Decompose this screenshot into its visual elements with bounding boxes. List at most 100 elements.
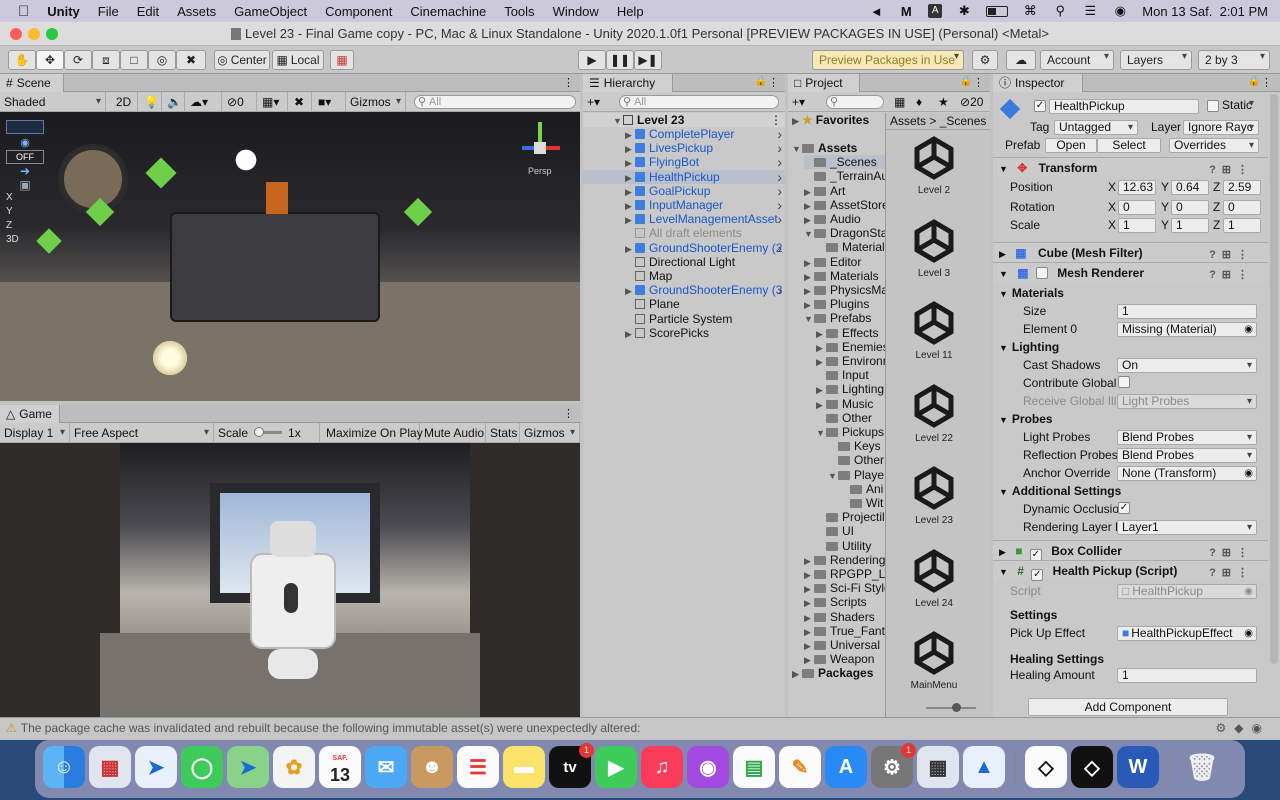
expand-arrow-icon[interactable]: ▶ (804, 185, 814, 198)
app-menu[interactable]: Unity (38, 4, 89, 19)
project-folder[interactable]: ▶ Sci-Fi Style (804, 581, 886, 595)
position-z-field[interactable]: 2.59 (1223, 180, 1261, 195)
project-folder[interactable]: ▶ Enemies (816, 340, 886, 354)
project-folder[interactable]: ▼ DragonSta (804, 226, 886, 240)
favorites-row[interactable]: ▶ ★ Favorites (792, 113, 869, 127)
expand-arrow-icon[interactable]: ▶ (804, 596, 814, 609)
hierarchy-item[interactable]: Plane (583, 297, 785, 311)
project-folder[interactable]: ▶ Materials (804, 269, 886, 283)
zoom-window-button[interactable] (46, 28, 58, 40)
project-folder[interactable]: Ani (840, 482, 886, 496)
panel-menu-icon[interactable]: ⋮ (768, 76, 779, 89)
custom-tool-button[interactable]: ✖ (176, 50, 206, 70)
add-component-button[interactable]: Add Component (1028, 698, 1228, 716)
expand-arrow-icon[interactable]: ▶ (804, 639, 814, 652)
project-folder[interactable]: ▶ Environn (816, 354, 886, 368)
expand-arrow-icon[interactable]: ▶ (804, 582, 814, 595)
bluetooth-icon[interactable]: ✱ (956, 3, 972, 19)
scene-asset-item[interactable]: Level 2 (886, 135, 982, 196)
facetime-icon[interactable]: ▶ (595, 746, 637, 788)
project-folder[interactable]: Input (816, 368, 886, 382)
system-preferences-icon[interactable]: ⚙ 1 (871, 743, 916, 788)
hierarchy-scene-root[interactable]: ▼ Level 23 ⋮ (583, 113, 785, 127)
hierarchy-search-input[interactable]: ⚲ All (619, 95, 779, 109)
project-create-button[interactable]: +▾ (788, 92, 818, 112)
rendering-layer-dropdown[interactable]: Layer1 (1117, 520, 1257, 535)
health-pickup-header[interactable]: ▼ # ✓ Health Pickup (Script) ?⊞⋮ (993, 560, 1268, 581)
position-y-field[interactable]: 0.64 (1171, 180, 1209, 195)
open-prefab-chevron-icon[interactable]: › (777, 127, 782, 141)
tab-scene[interactable]: # Scene (0, 74, 64, 92)
notes-icon[interactable]: ▬ (503, 746, 545, 788)
expand-arrow-icon[interactable]: ▼ (828, 469, 838, 482)
project-folder[interactable]: Utility (816, 539, 886, 553)
tag-dropdown[interactable]: Untagged (1054, 120, 1138, 135)
expand-arrow-icon[interactable]: ▶ (999, 547, 1006, 557)
panel-menu-icon[interactable]: ⋮ (973, 76, 984, 89)
favorite-star-icon[interactable]: ★ (934, 92, 954, 112)
project-folder[interactable]: Projectil (816, 510, 886, 524)
project-folder[interactable]: ▼ Prefabs (804, 311, 886, 325)
health-pickup-enabled-checkbox[interactable]: ✓ (1031, 569, 1044, 581)
tab-project[interactable]: □ Project (788, 74, 860, 92)
expand-arrow-icon[interactable]: ▶ (804, 213, 814, 226)
rotate-tool-button[interactable]: ⟳ (64, 50, 92, 70)
menu-gameobject[interactable]: GameObject (225, 4, 316, 19)
step-button[interactable]: ▶❚ (634, 50, 662, 70)
object-picker-icon[interactable]: ◉ (1244, 323, 1253, 336)
word-icon[interactable]: W (1117, 746, 1159, 788)
open-prefab-chevron-icon[interactable]: › (777, 241, 782, 255)
hierarchy-item[interactable]: Directional Light (583, 255, 785, 269)
lock-icon[interactable]: 🔒 (1248, 76, 1260, 87)
hierarchy-item[interactable]: ▶ GroundShooterEnemy (3 › (583, 283, 785, 297)
camera-dropdown-icon[interactable]: ■▾ (314, 92, 346, 112)
active-checkbox[interactable]: ✓ (1034, 100, 1046, 112)
prefab-open-button[interactable]: Open (1045, 138, 1097, 153)
project-folder[interactable]: _TerrainAu (804, 169, 886, 183)
lock-icon[interactable]: 🔒 (755, 76, 767, 87)
scale-x-field[interactable]: 1 (1118, 218, 1156, 233)
object-picker-icon[interactable]: ◉ (1244, 627, 1253, 640)
project-folder[interactable]: ▶ PhysicsMa (804, 283, 886, 297)
project-folder[interactable]: Material (816, 240, 886, 254)
lighting-toggle-icon[interactable]: 💡 (140, 92, 162, 112)
expand-arrow-icon[interactable]: ▶ (625, 199, 635, 212)
project-folder[interactable]: ▶ Scripts (804, 595, 886, 609)
menu-component[interactable]: Component (316, 4, 401, 19)
minimize-window-button[interactable] (28, 28, 40, 40)
menu-cinemachine[interactable]: Cinemachine (401, 4, 495, 19)
panel-menu-icon[interactable]: ⋮ (563, 76, 574, 89)
icon-size-knob[interactable] (952, 703, 961, 712)
rotation-x-field[interactable]: 0 (1118, 200, 1156, 215)
display-dropdown[interactable]: Display 1 (0, 423, 70, 443)
game-gizmos-dropdown[interactable]: Gizmos (520, 423, 580, 443)
pivot-center-button[interactable]: ◎ Center (214, 50, 270, 70)
expand-arrow-icon[interactable]: ▶ (792, 114, 802, 127)
scene-search-input[interactable]: ⚲ All (414, 95, 576, 109)
expand-arrow-icon[interactable]: ▶ (804, 625, 814, 638)
project-folder[interactable]: ▶ Effects (816, 326, 886, 340)
scene-asset-item[interactable]: Level 11 (886, 300, 982, 361)
reminders-icon[interactable]: ☰ (457, 746, 499, 788)
persp-label[interactable]: Persp (528, 166, 552, 176)
search-icon[interactable]: ⚲ (1052, 3, 1068, 19)
expand-arrow-icon[interactable]: ▶ (625, 171, 635, 184)
expand-arrow-icon[interactable]: ▶ (804, 611, 814, 624)
maximize-on-play-toggle[interactable]: Maximize On Play (322, 423, 423, 443)
project-folder[interactable]: ▶ Rendering (804, 553, 886, 567)
layer-dropdown[interactable]: Ignore Rayc (1183, 120, 1259, 135)
project-folder[interactable]: ▼ Assets (792, 141, 886, 155)
malwarebytes-icon[interactable]: M (898, 4, 914, 19)
scale-tool-button[interactable]: ⧈ (92, 50, 120, 70)
scale-slider[interactable]: Scale 1x (214, 423, 320, 443)
tab-inspector[interactable]: ⓘ Inspector (993, 74, 1083, 92)
project-folder[interactable]: ▶ Audio (804, 212, 886, 226)
scene-asset-item[interactable]: MainMenu (886, 630, 982, 691)
expand-arrow-icon[interactable]: ▶ (804, 554, 814, 567)
project-folder[interactable]: ▶ Weapon (804, 652, 886, 666)
game-viewport[interactable] (0, 443, 580, 717)
cloud-button[interactable]: ☁ (1006, 50, 1036, 70)
project-folder[interactable]: Keys (828, 439, 886, 453)
wifi-icon[interactable]: ⌘ (1022, 3, 1038, 19)
project-search-input[interactable]: ⚲ (826, 95, 884, 109)
